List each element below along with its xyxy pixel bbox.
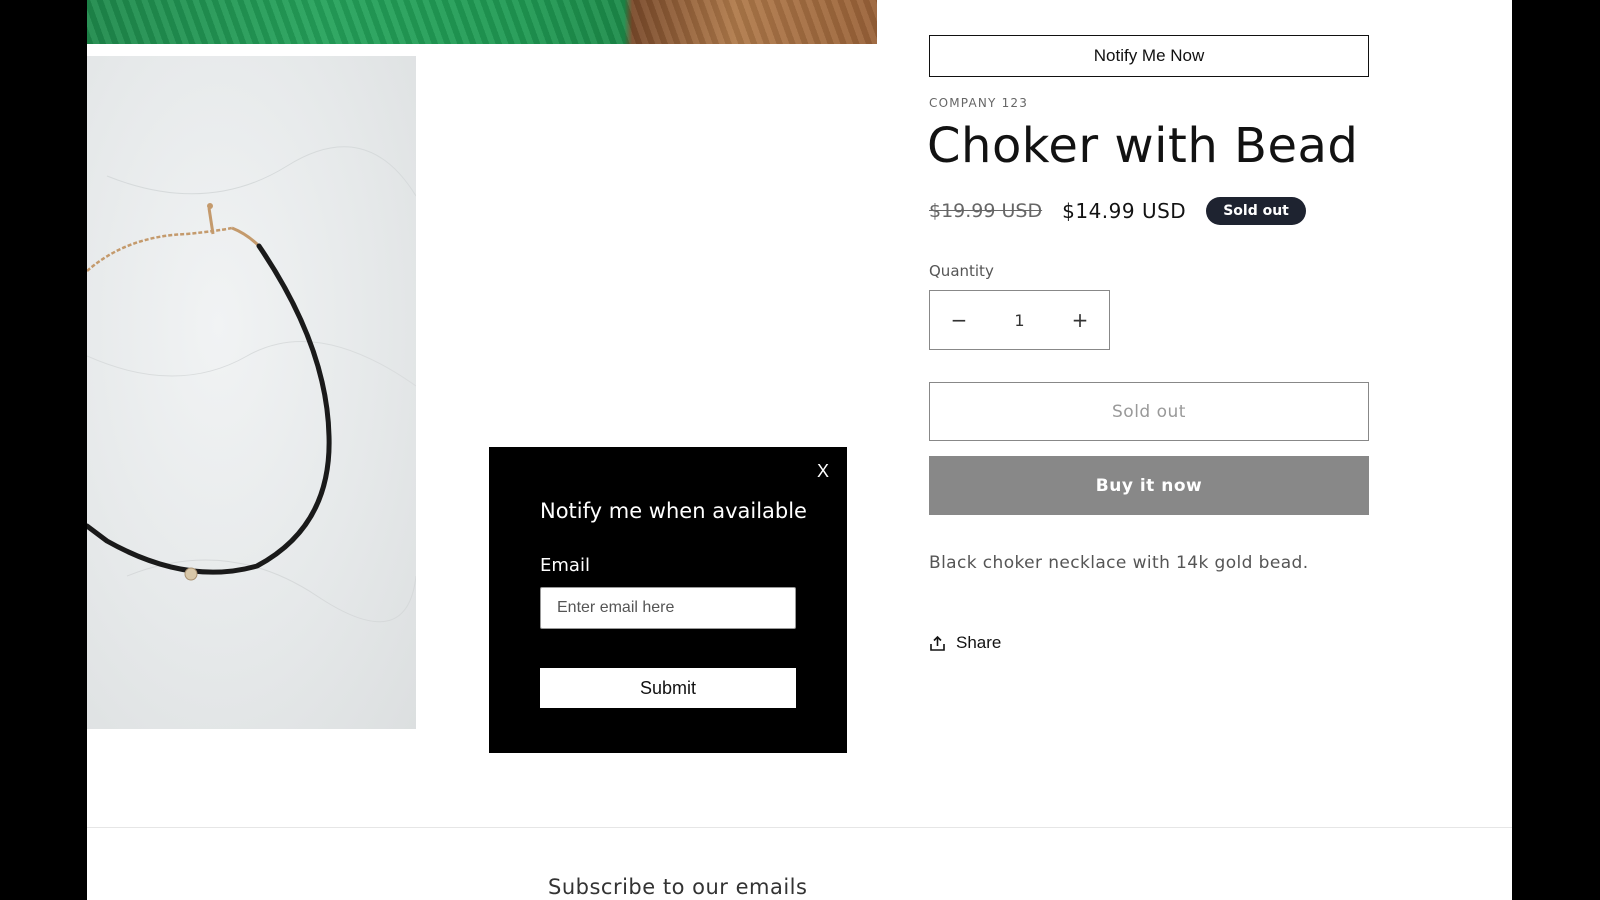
popup-title: Notify me when available <box>540 499 807 523</box>
section-divider <box>87 827 1512 828</box>
price-row: $19.99 USD $14.99 USD Sold out <box>929 197 1306 225</box>
product-vendor: COMPANY 123 <box>929 96 1029 110</box>
knit-texture <box>87 0 877 44</box>
notify-me-now-button[interactable]: Notify Me Now <box>929 35 1369 77</box>
product-page: X Notify me when available Email Submit … <box>87 0 1512 900</box>
buy-it-now-button[interactable]: Buy it now <box>929 456 1369 515</box>
share-label: Share <box>956 633 1002 652</box>
notify-popup: X Notify me when available Email Submit <box>489 447 847 753</box>
quantity-input[interactable] <box>988 309 1051 331</box>
product-image-sweater[interactable] <box>87 0 877 44</box>
share-button[interactable]: Share <box>929 633 1001 653</box>
submit-button[interactable]: Submit <box>540 668 796 708</box>
subscribe-heading: Subscribe to our emails <box>548 875 808 899</box>
email-input[interactable] <box>540 587 796 629</box>
product-description: Black choker necklace with 14k gold bead… <box>929 553 1309 573</box>
quantity-increase-button[interactable]: + <box>1051 291 1109 349</box>
product-title: Choker with Bead <box>927 118 1359 174</box>
email-label: Email <box>540 555 590 576</box>
regular-price: $19.99 USD <box>929 200 1043 222</box>
choker-illustration <box>87 146 416 623</box>
quantity-decrease-button[interactable]: − <box>930 291 988 349</box>
product-image-choker[interactable] <box>87 56 416 729</box>
sale-price: $14.99 USD <box>1062 199 1187 223</box>
quantity-stepper: − + <box>929 290 1110 350</box>
quantity-label: Quantity <box>929 262 994 280</box>
sold-out-badge: Sold out <box>1206 197 1306 225</box>
popup-close-button[interactable]: X <box>817 461 829 482</box>
sold-out-button[interactable]: Sold out <box>929 382 1369 441</box>
share-icon <box>930 635 945 651</box>
